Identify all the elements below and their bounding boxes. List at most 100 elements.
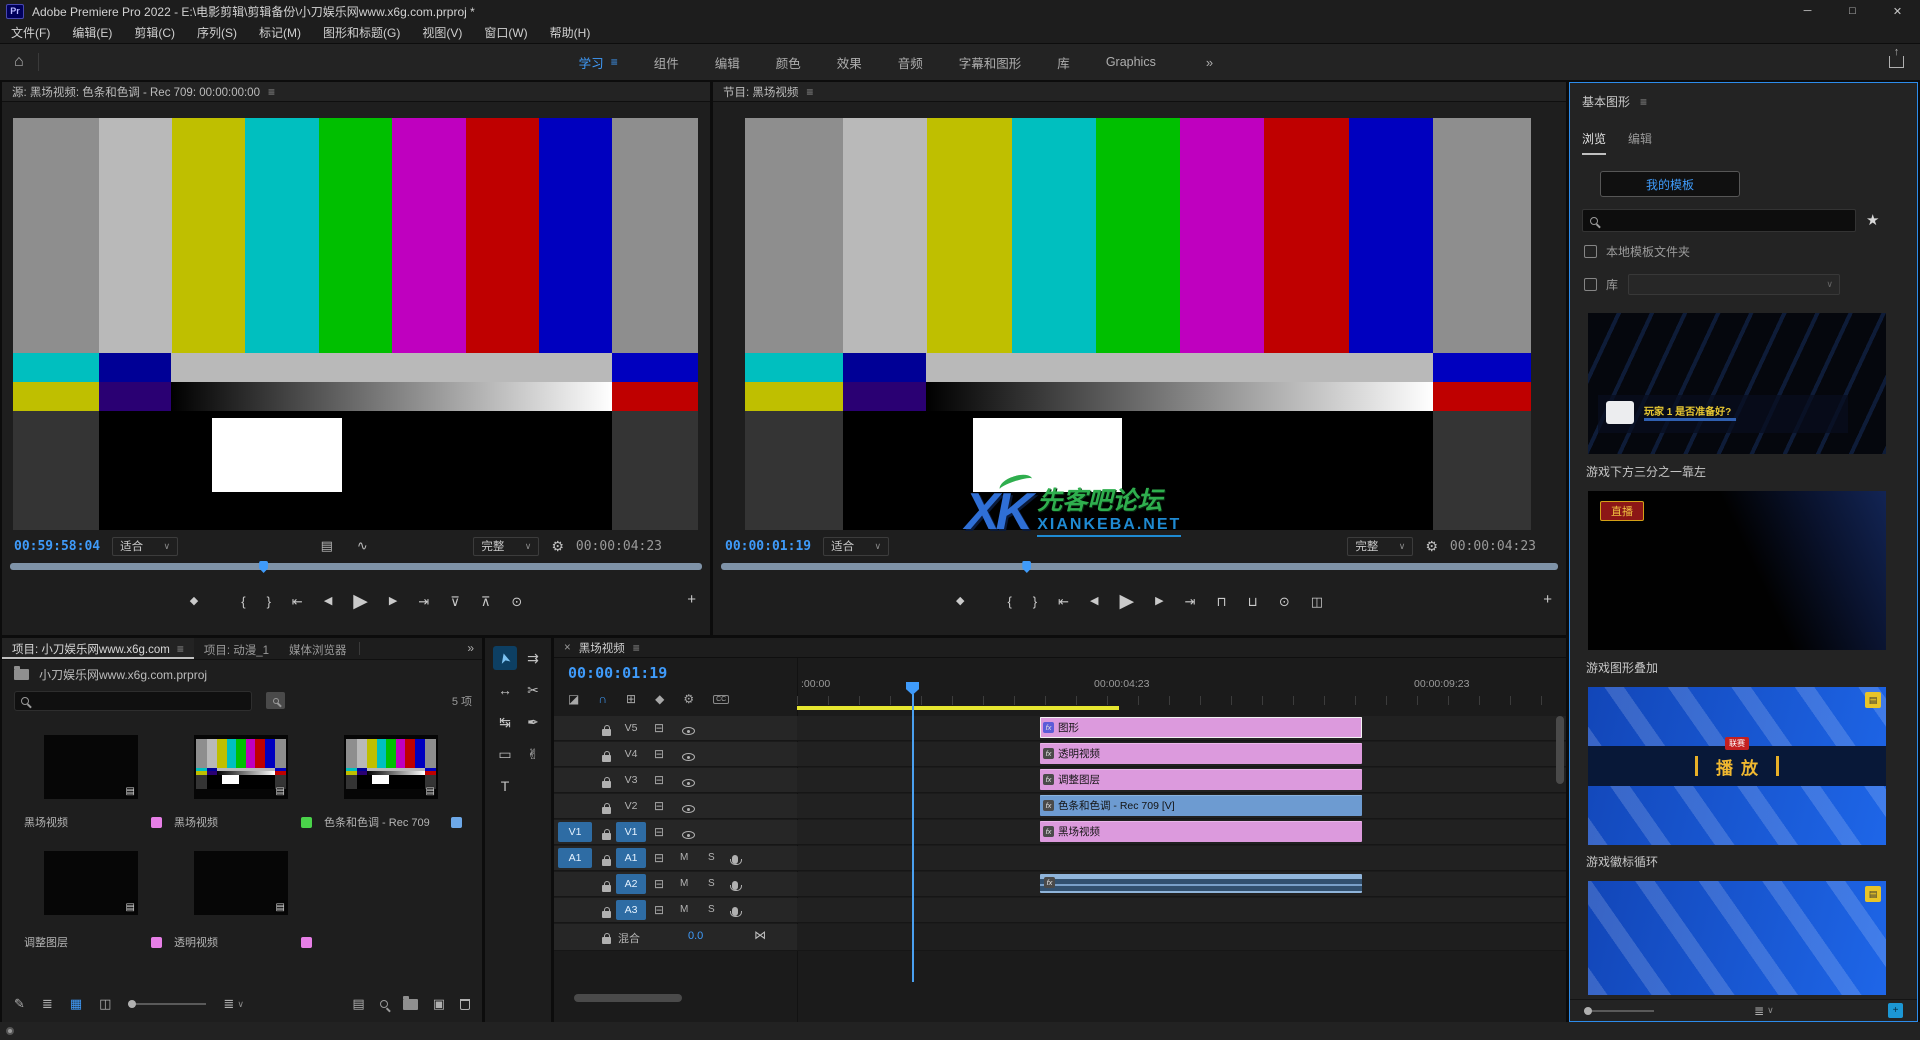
track-name-v4[interactable]: V4 (616, 744, 646, 764)
new-layer-button[interactable]: + (1888, 1003, 1903, 1018)
thumbnail-black-video[interactable]: ▤ (44, 735, 138, 799)
eg-zoom-handle[interactable] (1584, 1007, 1592, 1015)
mute-button[interactable]: M (680, 852, 688, 863)
thumbnail-black-video-2[interactable]: ▤ (194, 735, 288, 799)
slip-tool[interactable]: ↹ (493, 710, 517, 734)
checkbox-icon[interactable] (1584, 278, 1597, 291)
export-frame-icon[interactable]: ⊙ (511, 595, 522, 608)
toggle-track-output-icon[interactable] (682, 750, 695, 764)
toggle-track-output-icon[interactable] (682, 776, 695, 790)
eg-search-box[interactable] (1582, 209, 1856, 232)
track-name-a1[interactable]: A1 (616, 848, 646, 868)
lock-icon[interactable] (602, 803, 611, 817)
eg-search-input[interactable] (1605, 215, 1848, 227)
voiceover-mic-icon[interactable] (732, 905, 738, 919)
workspace-tab-assembly[interactable]: 组件 (654, 53, 679, 72)
thumbnail-bars-tone[interactable]: ▤ (344, 735, 438, 799)
insert-icon[interactable]: ⊽ (450, 595, 460, 608)
bin-up-icon[interactable] (14, 669, 29, 680)
step-back-icon[interactable]: ◀ (1090, 596, 1098, 607)
library-select[interactable]: ∨ (1628, 274, 1840, 295)
label-color-chip[interactable] (301, 937, 312, 948)
solo-button[interactable]: S (708, 878, 715, 889)
eg-sort-button[interactable]: ≣∨ (1754, 1004, 1774, 1018)
panel-menu-icon[interactable]: ≡ (1640, 95, 1647, 109)
settings-wrench-icon[interactable]: ⚙ (551, 538, 564, 555)
mix-gain-value[interactable]: 0.0 (688, 930, 703, 942)
mark-out-icon[interactable]: } (1033, 595, 1037, 608)
menu-file[interactable]: 文件(F) (0, 24, 61, 41)
hand-tool[interactable]: ✌ (521, 742, 545, 766)
track-name-a3[interactable]: A3 (616, 900, 646, 920)
quick-export-icon[interactable]: ↑ (1889, 56, 1904, 68)
program-quality-select[interactable]: 完整∨ (1347, 537, 1413, 556)
play-button[interactable]: ▶ (1120, 592, 1135, 611)
timeline-vertical-scrollbar[interactable] (1556, 716, 1564, 784)
sync-lock-icon[interactable]: ⊟ (654, 773, 664, 787)
source-monitor-header[interactable]: 源: 黑场视频: 色条和色调 - Rec 709: 00:00:00:00 ≡ (2, 82, 710, 102)
linked-selection-icon[interactable]: ⊞ (626, 692, 636, 706)
libraries-checkbox[interactable]: 库 (1584, 276, 1618, 293)
lock-icon[interactable] (602, 751, 611, 765)
my-templates-button[interactable]: 我的模板 (1600, 171, 1740, 197)
settings-wrench-icon[interactable]: ⚙ (1425, 538, 1438, 555)
solo-button[interactable]: S (708, 852, 715, 863)
workspace-tab-color[interactable]: 颜色 (776, 53, 801, 72)
step-back-icon[interactable]: ◀ (324, 596, 332, 607)
export-frame-icon[interactable]: ⊙ (1279, 595, 1290, 608)
menu-window[interactable]: 窗口(W) (473, 24, 538, 41)
program-zoom-select[interactable]: 适合∨ (823, 537, 889, 556)
track-name-v1[interactable]: V1 (616, 822, 646, 842)
menu-markers[interactable]: 标记(M) (248, 24, 312, 41)
close-tab-icon[interactable]: × (564, 642, 571, 654)
compare-view-icon[interactable]: ◫ (1311, 595, 1323, 608)
project-bin-path[interactable]: 小刀娱乐网www.x6g.com.prproj (14, 666, 207, 683)
list-view-icon[interactable]: ≣ (42, 996, 53, 1012)
eg-zoom-slider[interactable] (1584, 1010, 1654, 1012)
template-label[interactable]: 游戏下方三分之一靠左 (1586, 463, 1706, 480)
thumbnail-adjustment-layer[interactable]: ▤ (44, 851, 138, 915)
toggle-track-output-icon[interactable] (682, 724, 695, 738)
menu-help[interactable]: 帮助(H) (539, 24, 602, 41)
snap-magnet-icon[interactable]: ∩ (598, 692, 607, 706)
workspace-tab-captions[interactable]: 字幕和图形 (959, 53, 1022, 72)
mute-button[interactable]: M (680, 904, 688, 915)
menu-sequence[interactable]: 序列(S) (186, 24, 248, 41)
rectangle-tool[interactable]: ▭ (493, 742, 517, 766)
track-name-a2[interactable]: A2 (616, 874, 646, 894)
panel-menu-icon[interactable]: ≡ (268, 85, 275, 99)
overwrite-icon[interactable]: ⊼ (481, 595, 491, 608)
template-lower-third[interactable]: 玩家 1 是否准备好? (1588, 313, 1886, 454)
timeline-tab-label[interactable]: 黑场视频 (579, 640, 625, 656)
keyframe-icon[interactable]: ⋈ (754, 928, 766, 942)
selection-tool[interactable]: ➤ (493, 646, 517, 670)
type-tool[interactable]: T (493, 774, 517, 798)
sync-lock-icon[interactable]: ⊟ (654, 721, 664, 735)
workspace-tab-libraries[interactable]: 库 (1057, 53, 1070, 72)
menu-clip[interactable]: 剪辑(C) (123, 24, 186, 41)
workspace-tab-audio[interactable]: 音频 (898, 53, 923, 72)
voiceover-mic-icon[interactable] (732, 879, 738, 893)
ripple-edit-tool[interactable]: ↔ (493, 678, 517, 702)
menu-view[interactable]: 视图(V) (411, 24, 473, 41)
clip-graphics[interactable]: fx图形 (1040, 717, 1362, 738)
razor-tool[interactable]: ✂ (521, 678, 545, 702)
toggle-track-output-icon[interactable] (682, 828, 695, 842)
label-color-chip[interactable] (451, 817, 462, 828)
template-partial[interactable]: ▤ (1588, 881, 1886, 995)
audio-waveform-icon[interactable]: ∿ (357, 538, 368, 554)
project-tab-main[interactable]: 项目: 小刀娱乐网www.x6g.com≡ (2, 638, 194, 659)
label-color-chip[interactable] (151, 817, 162, 828)
lock-icon[interactable] (602, 777, 611, 791)
automate-sequence-icon[interactable]: ▤ (352, 996, 364, 1012)
project-item-label[interactable]: 透明视频 (174, 934, 312, 950)
panel-menu-icon[interactable]: ≡ (633, 641, 640, 655)
clip-black-video[interactable]: fx黑场视频 (1040, 821, 1362, 842)
play-button[interactable]: ▶ (353, 592, 368, 611)
add-marker-icon[interactable]: ◆ (190, 596, 198, 607)
go-to-in-icon[interactable]: ⇤ (1058, 595, 1069, 608)
workspace-overflow-icon[interactable]: » (1206, 55, 1213, 70)
sync-lock-icon[interactable]: ⊟ (654, 903, 664, 917)
freeform-view-icon[interactable]: ◫ (99, 996, 111, 1012)
lock-icon[interactable] (602, 907, 611, 921)
